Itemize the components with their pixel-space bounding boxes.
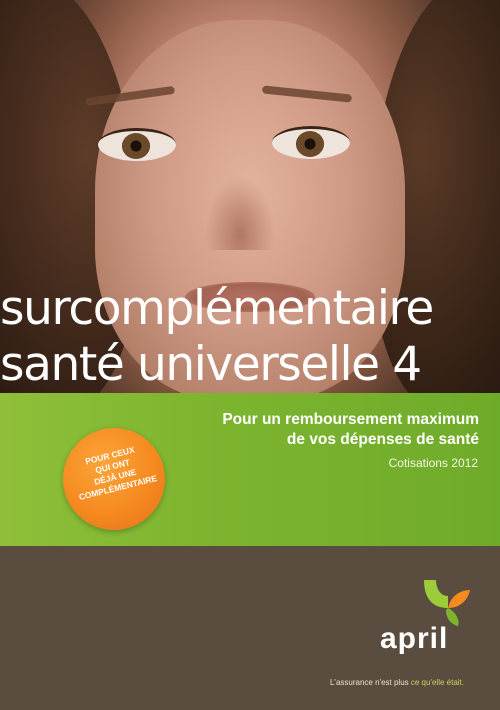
tagline-highlight: ce qu'elle était. xyxy=(410,678,464,687)
title-line-1: surcomplémentaire xyxy=(0,281,434,336)
subtitle-line-2: de vos dépenses de santé xyxy=(286,431,479,448)
nose-shade xyxy=(205,175,275,250)
badge-text: POUR CEUX QUI ONT DÉJÀ UNE COMPLÉMENTAIR… xyxy=(59,438,169,505)
left-eye xyxy=(98,128,176,161)
subtitle: Pour un remboursement maximum de vos dép… xyxy=(222,410,479,450)
brochure-cover: surcomplémentaire santé universelle 4 Po… xyxy=(0,0,500,710)
right-iris xyxy=(296,131,324,157)
april-logo-text: april xyxy=(380,622,449,655)
left-iris xyxy=(122,133,150,159)
tagline-prefix: L'assurance n'est plus xyxy=(329,678,411,687)
right-eye xyxy=(272,126,350,159)
title-line-2: santé universelle 4 xyxy=(0,337,422,392)
year-text: Cotisations 2012 xyxy=(388,456,478,470)
offer-badge: POUR CEUX QUI ONT DÉJÀ UNE COMPLÉMENTAIR… xyxy=(63,428,165,530)
tagline: L'assurance n'est plus ce qu'elle était. xyxy=(330,678,464,687)
subtitle-line-1: Pour un remboursement maximum xyxy=(222,411,479,428)
april-leaf-logo-icon xyxy=(424,580,470,626)
